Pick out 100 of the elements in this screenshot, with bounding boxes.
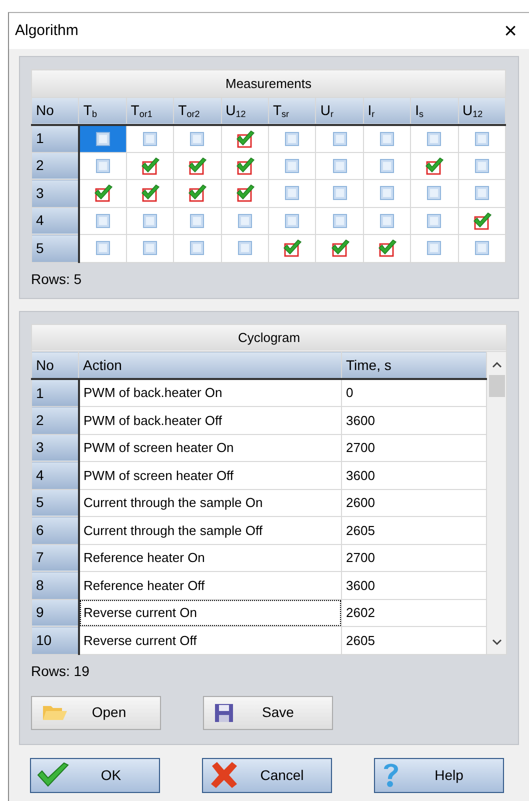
row-count: Rows: 19	[31, 662, 90, 680]
table-cell[interactable]	[410, 152, 458, 180]
table-cell[interactable]	[268, 234, 316, 262]
table-cell[interactable]	[458, 207, 506, 234]
table-cell[interactable]	[126, 207, 174, 234]
row-number: 3	[32, 434, 78, 462]
checked-checkbox[interactable]	[187, 184, 208, 202]
row-number: 2	[32, 152, 79, 180]
table-cell[interactable]	[221, 180, 268, 207]
row-number: 10	[32, 626, 78, 654]
table-cell[interactable]	[78, 180, 126, 207]
checked-checkbox[interactable]	[376, 239, 397, 258]
checked-checkbox[interactable]	[234, 130, 255, 148]
checked-checkbox[interactable]	[234, 156, 255, 175]
table-cell[interactable]	[268, 180, 316, 207]
ok-button[interactable]: OK	[30, 758, 160, 792]
table-cell[interactable]	[410, 180, 458, 207]
row-number: 1	[32, 124, 79, 152]
table-cell[interactable]: PWM of back.heater On	[78, 379, 342, 406]
save-button[interactable]: Save	[203, 696, 333, 730]
table-cell[interactable]	[126, 152, 174, 180]
table-cell[interactable]: PWM of back.heater Off	[78, 406, 342, 434]
checked-checkbox[interactable]	[140, 184, 160, 202]
close-button[interactable]: ×	[500, 20, 521, 42]
table-cell[interactable]	[221, 124, 268, 152]
table-cell[interactable]	[363, 207, 411, 234]
column-header: T$_{or2}$	[174, 97, 222, 124]
table-cell[interactable]	[268, 124, 316, 152]
row-number: 8	[32, 572, 78, 599]
grid-title: Measurements	[32, 70, 506, 97]
table-cell[interactable]	[316, 234, 364, 262]
table-cell[interactable]: Reference heater On	[78, 544, 342, 572]
row-number: 9	[32, 599, 78, 626]
table-cell[interactable]	[174, 152, 222, 180]
scrollbar[interactable]	[486, 352, 506, 654]
table-cell[interactable]	[78, 207, 126, 234]
open-button[interactable]: Open	[31, 696, 161, 730]
row-count: Rows: 5	[31, 270, 83, 288]
table-cell[interactable]	[316, 207, 364, 234]
help-button[interactable]: Help	[374, 758, 504, 792]
checked-checkbox[interactable]	[92, 184, 113, 202]
grid-title: Cyclogram	[32, 324, 506, 352]
table-cell[interactable]	[174, 180, 222, 207]
column-header: U$_{12}$	[458, 97, 506, 124]
table-cell[interactable]	[316, 124, 364, 152]
table-cell[interactable]	[316, 180, 364, 207]
checked-checkbox[interactable]	[424, 156, 444, 175]
table-cell[interactable]	[363, 234, 411, 262]
row-number: 7	[32, 544, 78, 572]
column-header: I$_{r}$	[363, 97, 411, 124]
table-cell[interactable]	[363, 180, 411, 207]
table-cell[interactable]	[410, 207, 458, 234]
table-cell[interactable]: PWM of screen heater Off	[78, 462, 342, 489]
row-number: 6	[32, 516, 78, 544]
table-cell[interactable]	[78, 152, 126, 180]
table-cell[interactable]	[221, 207, 268, 234]
scroll-up-icon[interactable]	[492, 361, 502, 369]
table-cell[interactable]	[458, 180, 506, 207]
table-cell[interactable]	[126, 180, 174, 207]
table-cell[interactable]	[458, 152, 506, 180]
column-header: No	[32, 352, 78, 379]
checked-checkbox[interactable]	[330, 239, 350, 258]
table-cell[interactable]	[174, 207, 222, 234]
row-number: 2	[32, 406, 78, 434]
table-cell[interactable]	[410, 124, 458, 152]
table-cell[interactable]: Current through the sample Off	[78, 516, 342, 544]
table-cell[interactable]	[363, 152, 411, 180]
table-cell[interactable]	[174, 234, 222, 262]
column-header: Time, s	[342, 352, 486, 379]
table-cell[interactable]	[458, 234, 506, 262]
table-cell[interactable]: Current through the sample On	[78, 489, 342, 516]
table-cell[interactable]	[268, 207, 316, 234]
table-cell[interactable]	[174, 124, 222, 152]
column-header: T$_{sr}$	[268, 97, 316, 124]
table-cell[interactable]	[126, 124, 174, 152]
table-cell[interactable]	[268, 152, 316, 180]
table-cell[interactable]	[221, 152, 268, 180]
checked-checkbox[interactable]	[140, 156, 160, 175]
table-cell[interactable]	[458, 124, 506, 152]
table-cell[interactable]	[410, 234, 458, 262]
row-number: 1	[32, 379, 78, 406]
checked-checkbox[interactable]	[282, 239, 302, 258]
row-number: 3	[32, 180, 79, 207]
table-cell[interactable]	[363, 124, 411, 152]
table-cell[interactable]: Reverse current Off	[78, 626, 342, 654]
scroll-down-icon[interactable]	[492, 638, 502, 646]
table-cell[interactable]	[316, 152, 364, 180]
table-cell[interactable]	[78, 234, 126, 262]
table-cell[interactable]: PWM of screen heater On	[78, 434, 342, 462]
table-cell[interactable]: Reference heater Off	[78, 572, 342, 599]
scroll-thumb[interactable]	[488, 375, 504, 397]
table-cell[interactable]	[221, 234, 268, 262]
checked-checkbox[interactable]	[234, 184, 255, 202]
checked-checkbox[interactable]	[187, 156, 208, 175]
column-header: U$_{r}$	[316, 97, 364, 124]
table-cell[interactable]	[126, 234, 174, 262]
table-cell[interactable]: Reverse current On	[78, 599, 342, 626]
checked-checkbox[interactable]	[472, 212, 492, 230]
cancel-button[interactable]: Cancel	[202, 758, 332, 792]
column-header: No	[32, 97, 79, 124]
